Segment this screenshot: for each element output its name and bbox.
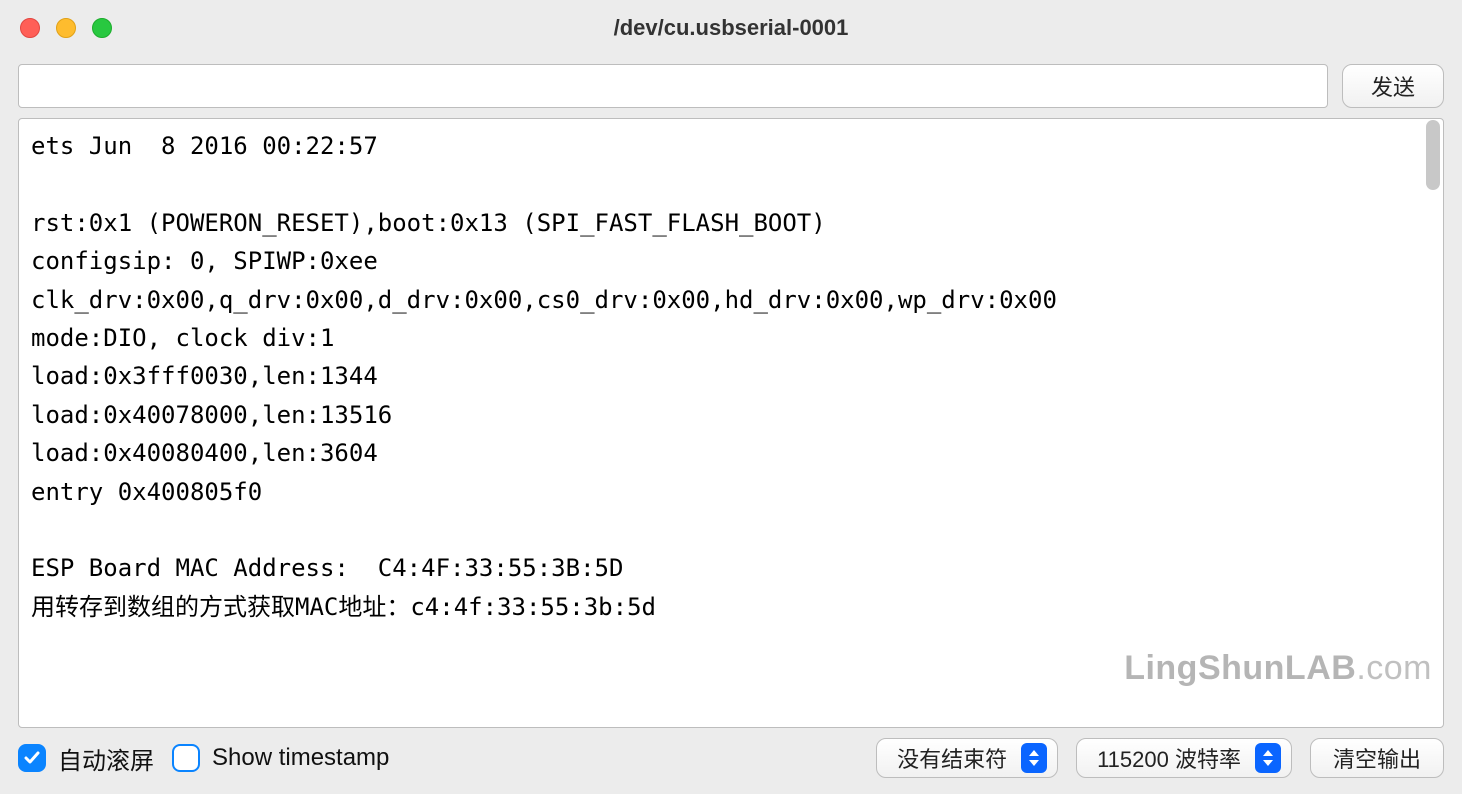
timestamp-label: Show timestamp	[212, 744, 389, 772]
serial-monitor-window: /dev/cu.usbserial-0001 发送 ets Jun 8 2016…	[0, 0, 1462, 794]
timestamp-checkbox-group[interactable]: Show timestamp	[172, 744, 389, 772]
baud-rate-selected-value: 115200 波特率	[1097, 742, 1241, 774]
baud-rate-select[interactable]: 115200 波特率	[1076, 738, 1292, 778]
timestamp-checkbox[interactable]	[172, 744, 200, 772]
autoscroll-checkbox[interactable]	[18, 744, 46, 772]
line-ending-select[interactable]: 没有结束符	[876, 738, 1058, 778]
footer-bar: 自动滚屏 Show timestamp 没有结束符 115200 波特率 清空输…	[0, 734, 1462, 794]
send-button[interactable]: 发送	[1342, 64, 1444, 108]
scrollbar-thumb[interactable]	[1426, 120, 1440, 190]
send-toolbar: 发送	[0, 56, 1462, 118]
clear-output-button[interactable]: 清空输出	[1310, 738, 1444, 778]
autoscroll-label: 自动滚屏	[58, 741, 154, 776]
close-window-button[interactable]	[20, 18, 40, 38]
autoscroll-checkbox-group[interactable]: 自动滚屏	[18, 741, 154, 776]
serial-console-output[interactable]: ets Jun 8 2016 00:22:57 rst:0x1 (POWERON…	[18, 118, 1444, 728]
titlebar: /dev/cu.usbserial-0001	[0, 0, 1462, 56]
serial-input[interactable]	[18, 64, 1328, 108]
window-title: /dev/cu.usbserial-0001	[0, 15, 1462, 41]
maximize-window-button[interactable]	[92, 18, 112, 38]
select-stepper-icon	[1255, 743, 1281, 773]
traffic-lights	[20, 18, 112, 38]
checkmark-icon	[23, 749, 41, 767]
select-stepper-icon	[1021, 743, 1047, 773]
console-container: ets Jun 8 2016 00:22:57 rst:0x1 (POWERON…	[0, 118, 1462, 734]
line-ending-selected-value: 没有结束符	[897, 742, 1007, 774]
minimize-window-button[interactable]	[56, 18, 76, 38]
